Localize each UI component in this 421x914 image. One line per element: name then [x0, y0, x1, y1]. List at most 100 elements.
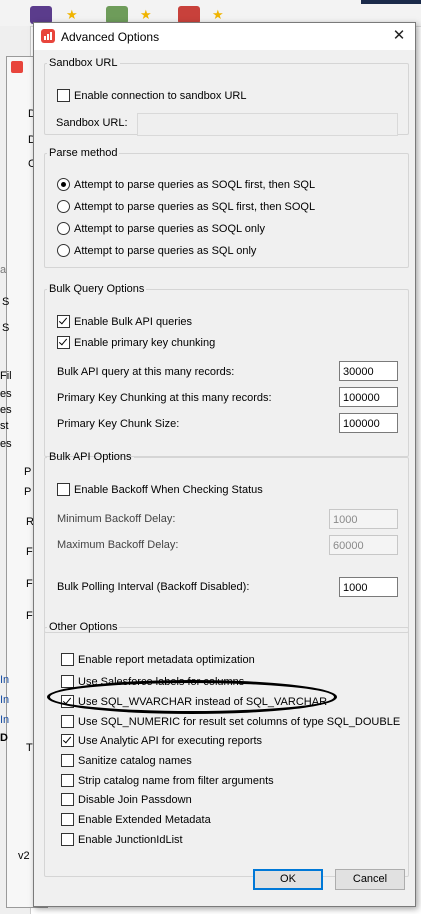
pk-chunk-size-input[interactable]: 100000: [339, 413, 398, 433]
background-text: Fil: [0, 370, 12, 382]
background-link[interactable]: In: [0, 694, 9, 706]
checkbox-box[interactable]: [57, 483, 70, 496]
ok-button[interactable]: OK: [253, 869, 323, 890]
analytic-api-checkbox[interactable]: Use Analytic API for executing reports: [61, 734, 262, 747]
checkbox-box[interactable]: [57, 315, 70, 328]
checkbox-label: Enable report metadata optimization: [78, 653, 255, 666]
checkbox-box[interactable]: [61, 833, 74, 846]
strip-catalog-checkbox[interactable]: Strip catalog name from filter arguments: [61, 774, 274, 787]
close-icon[interactable]: ✕: [389, 27, 409, 45]
background-text: S: [2, 296, 10, 308]
radio-label: Attempt to parse queries as SQL first, t…: [74, 200, 316, 213]
background-text: D: [0, 732, 8, 744]
radio-label: Attempt to parse queries as SOQL only: [74, 222, 265, 235]
app-icon: [11, 61, 23, 73]
disable-join-passdown-checkbox[interactable]: Disable Join Passdown: [61, 793, 192, 806]
other-options-group: Other Options Enable report metadata opt…: [44, 621, 409, 877]
bulk-api-options-group: Bulk API Options Enable Backoff When Che…: [44, 451, 409, 633]
min-backoff-input[interactable]: 1000: [329, 509, 398, 529]
max-backoff-label: Maximum Backoff Delay:: [57, 539, 179, 551]
checkbox-box[interactable]: [61, 675, 74, 688]
enable-backoff-checkbox[interactable]: Enable Backoff When Checking Status: [57, 483, 263, 496]
min-backoff-label: Minimum Backoff Delay:: [57, 513, 176, 525]
checkbox-label: Disable Join Passdown: [78, 793, 192, 806]
enable-pk-chunking-checkbox[interactable]: Enable primary key chunking: [57, 336, 215, 349]
pk-chunking-records-label: Primary Key Chunking at this many record…: [57, 392, 272, 404]
checkbox-box[interactable]: [61, 734, 74, 747]
parse-sql-first-radio[interactable]: Attempt to parse queries as SQL first, t…: [57, 200, 315, 213]
checkbox-label: Use SQL_WVARCHAR instead of SQL_VARCHAR: [78, 695, 328, 708]
checkbox-label: Enable primary key chunking: [74, 336, 216, 349]
sandbox-url-label: Sandbox URL:: [56, 117, 128, 129]
polling-interval-label: Bulk Polling Interval (Backoff Disabled)…: [57, 581, 250, 593]
background-link[interactable]: In: [0, 674, 9, 686]
radio-label: Attempt to parse queries as SOQL first, …: [74, 178, 316, 191]
background-text: es: [0, 404, 12, 416]
junction-id-list-checkbox[interactable]: Enable JunctionIdList: [61, 833, 183, 846]
checkbox-box[interactable]: [61, 793, 74, 806]
checkbox-label: Sanitize catalog names: [78, 754, 192, 767]
sandbox-url-group: Sandbox URL Enable connection to sandbox…: [44, 57, 409, 136]
salesforce-labels-checkbox[interactable]: Use Salesforce labels for columns: [61, 675, 244, 688]
radio-dot[interactable]: [57, 178, 70, 191]
parse-method-legend: Parse method: [49, 147, 118, 159]
checkbox-box[interactable]: [57, 336, 70, 349]
sandbox-url-legend: Sandbox URL: [49, 57, 118, 69]
enable-sandbox-checkbox[interactable]: Enable connection to sandbox URL: [57, 89, 246, 102]
cancel-button[interactable]: Cancel: [335, 869, 405, 890]
other-options-legend: Other Options: [49, 621, 118, 633]
enable-bulk-api-checkbox[interactable]: Enable Bulk API queries: [57, 315, 192, 328]
background-text: st: [0, 420, 9, 432]
checkbox-label: Use Analytic API for executing reports: [78, 734, 263, 747]
parse-sql-only-radio[interactable]: Attempt to parse queries as SQL only: [57, 244, 256, 257]
background-text: es: [0, 438, 12, 450]
radio-dot[interactable]: [57, 222, 70, 235]
pk-chunking-records-input[interactable]: 100000: [339, 387, 398, 407]
background-text: F: [26, 610, 33, 622]
favorite-star-icon[interactable]: ★: [66, 8, 78, 21]
checkbox-label: Use Salesforce labels for columns: [78, 675, 245, 688]
max-backoff-input[interactable]: 60000: [329, 535, 398, 555]
checkbox-box[interactable]: [61, 715, 74, 728]
checkbox-label: Strip catalog name from filter arguments: [78, 774, 274, 787]
sql-numeric-checkbox[interactable]: Use SQL_NUMERIC for result set columns o…: [61, 715, 400, 728]
checkbox-box[interactable]: [61, 774, 74, 787]
pk-chunk-size-label: Primary Key Chunk Size:: [57, 418, 180, 430]
background-text: a: [0, 264, 7, 276]
checkbox-box[interactable]: [61, 695, 74, 708]
bulk-query-legend: Bulk Query Options: [49, 283, 145, 295]
radio-label: Attempt to parse queries as SQL only: [74, 244, 257, 257]
bulk-records-input[interactable]: 30000: [339, 361, 398, 381]
window-edge: [361, 0, 421, 4]
background-text: P: [24, 486, 32, 498]
polling-interval-input[interactable]: 1000: [339, 577, 398, 597]
checkbox-box[interactable]: [61, 754, 74, 767]
favorite-star-icon[interactable]: ★: [212, 8, 224, 21]
bulk-query-options-group: Bulk Query Options Enable Bulk API queri…: [44, 283, 409, 457]
checkbox-box[interactable]: [61, 813, 74, 826]
checkbox-box[interactable]: [57, 89, 70, 102]
checkbox-label: Use SQL_NUMERIC for result set columns o…: [78, 715, 401, 728]
bulk-records-label: Bulk API query at this many records:: [57, 366, 235, 378]
radio-dot[interactable]: [57, 244, 70, 257]
background-text: F: [26, 578, 33, 590]
dialog-title: Advanced Options: [61, 30, 160, 44]
report-metadata-optimization-checkbox[interactable]: Enable report metadata optimization: [61, 653, 255, 666]
parse-soql-first-radio[interactable]: Attempt to parse queries as SOQL first, …: [57, 178, 315, 191]
background-text: F: [26, 546, 33, 558]
background-text: T: [26, 742, 33, 754]
sql-wvarchar-checkbox[interactable]: Use SQL_WVARCHAR instead of SQL_VARCHAR: [61, 695, 327, 708]
advanced-options-dialog: Advanced Options ✕ Sandbox URL Enable co…: [33, 22, 416, 907]
checkbox-label: Enable Extended Metadata: [78, 813, 211, 826]
radio-dot[interactable]: [57, 200, 70, 213]
sanitize-catalog-checkbox[interactable]: Sanitize catalog names: [61, 754, 192, 767]
sandbox-url-input[interactable]: [137, 113, 398, 136]
background-version-text: v2: [18, 850, 30, 862]
checkbox-label: Enable Bulk API queries: [74, 315, 193, 328]
favorite-star-icon[interactable]: ★: [140, 8, 152, 21]
checkbox-box[interactable]: [61, 653, 74, 666]
background-link[interactable]: In: [0, 714, 9, 726]
extended-metadata-checkbox[interactable]: Enable Extended Metadata: [61, 813, 211, 826]
checkbox-label: Enable Backoff When Checking Status: [74, 483, 263, 496]
parse-soql-only-radio[interactable]: Attempt to parse queries as SOQL only: [57, 222, 265, 235]
